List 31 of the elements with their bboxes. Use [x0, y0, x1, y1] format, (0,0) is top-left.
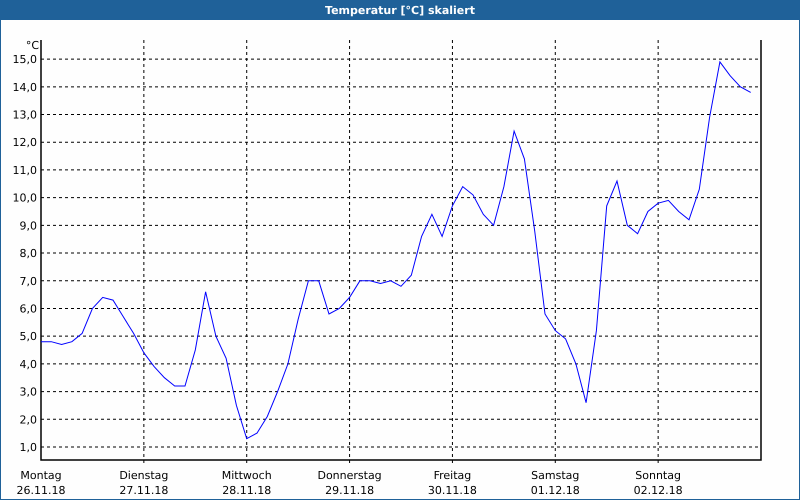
day-label: Donnerstag: [317, 469, 382, 482]
y-tick-label: 2,0: [20, 413, 37, 426]
y-tick-label: 10,0: [12, 192, 37, 205]
y-tick-label: 7,0: [20, 274, 37, 288]
date-label: 28.11.18: [222, 484, 272, 497]
y-tick-label: 12,0: [12, 136, 37, 150]
axis-unit-label: °C: [26, 39, 39, 52]
date-label: 30.11.18: [428, 484, 477, 497]
y-tick-label: 8,0: [20, 247, 37, 260]
y-tick-label: 11,0: [12, 164, 37, 177]
date-label: 27.11.18: [119, 484, 168, 497]
day-label: Sonntag: [635, 469, 681, 482]
y-tick-label: 9,0: [20, 219, 37, 232]
date-label: 02.12.18: [634, 484, 683, 497]
y-tick-label: 3,0: [20, 386, 37, 399]
y-tick-label: 14,0: [12, 80, 37, 94]
date-label: 01.12.18: [530, 484, 580, 497]
window-title: Temperatur [°C] skaliert: [325, 4, 475, 16]
day-label: Mittwoch: [222, 469, 272, 482]
day-label: Dienstag: [119, 469, 168, 482]
day-label: Montag: [20, 469, 62, 482]
date-label: 26.11.18: [16, 484, 66, 497]
day-label: Samstag: [531, 469, 580, 482]
day-label: Freitag: [434, 469, 472, 482]
y-tick-label: 15,0: [12, 53, 37, 66]
y-tick-label: 4,0: [20, 358, 37, 371]
y-tick-label: 5,0: [20, 330, 37, 344]
y-tick-label: 13,0: [12, 108, 37, 122]
y-tick-label: 6,0: [20, 302, 37, 316]
y-tick-label: 1,0: [20, 440, 37, 454]
date-label: 29.11.18: [325, 484, 374, 497]
